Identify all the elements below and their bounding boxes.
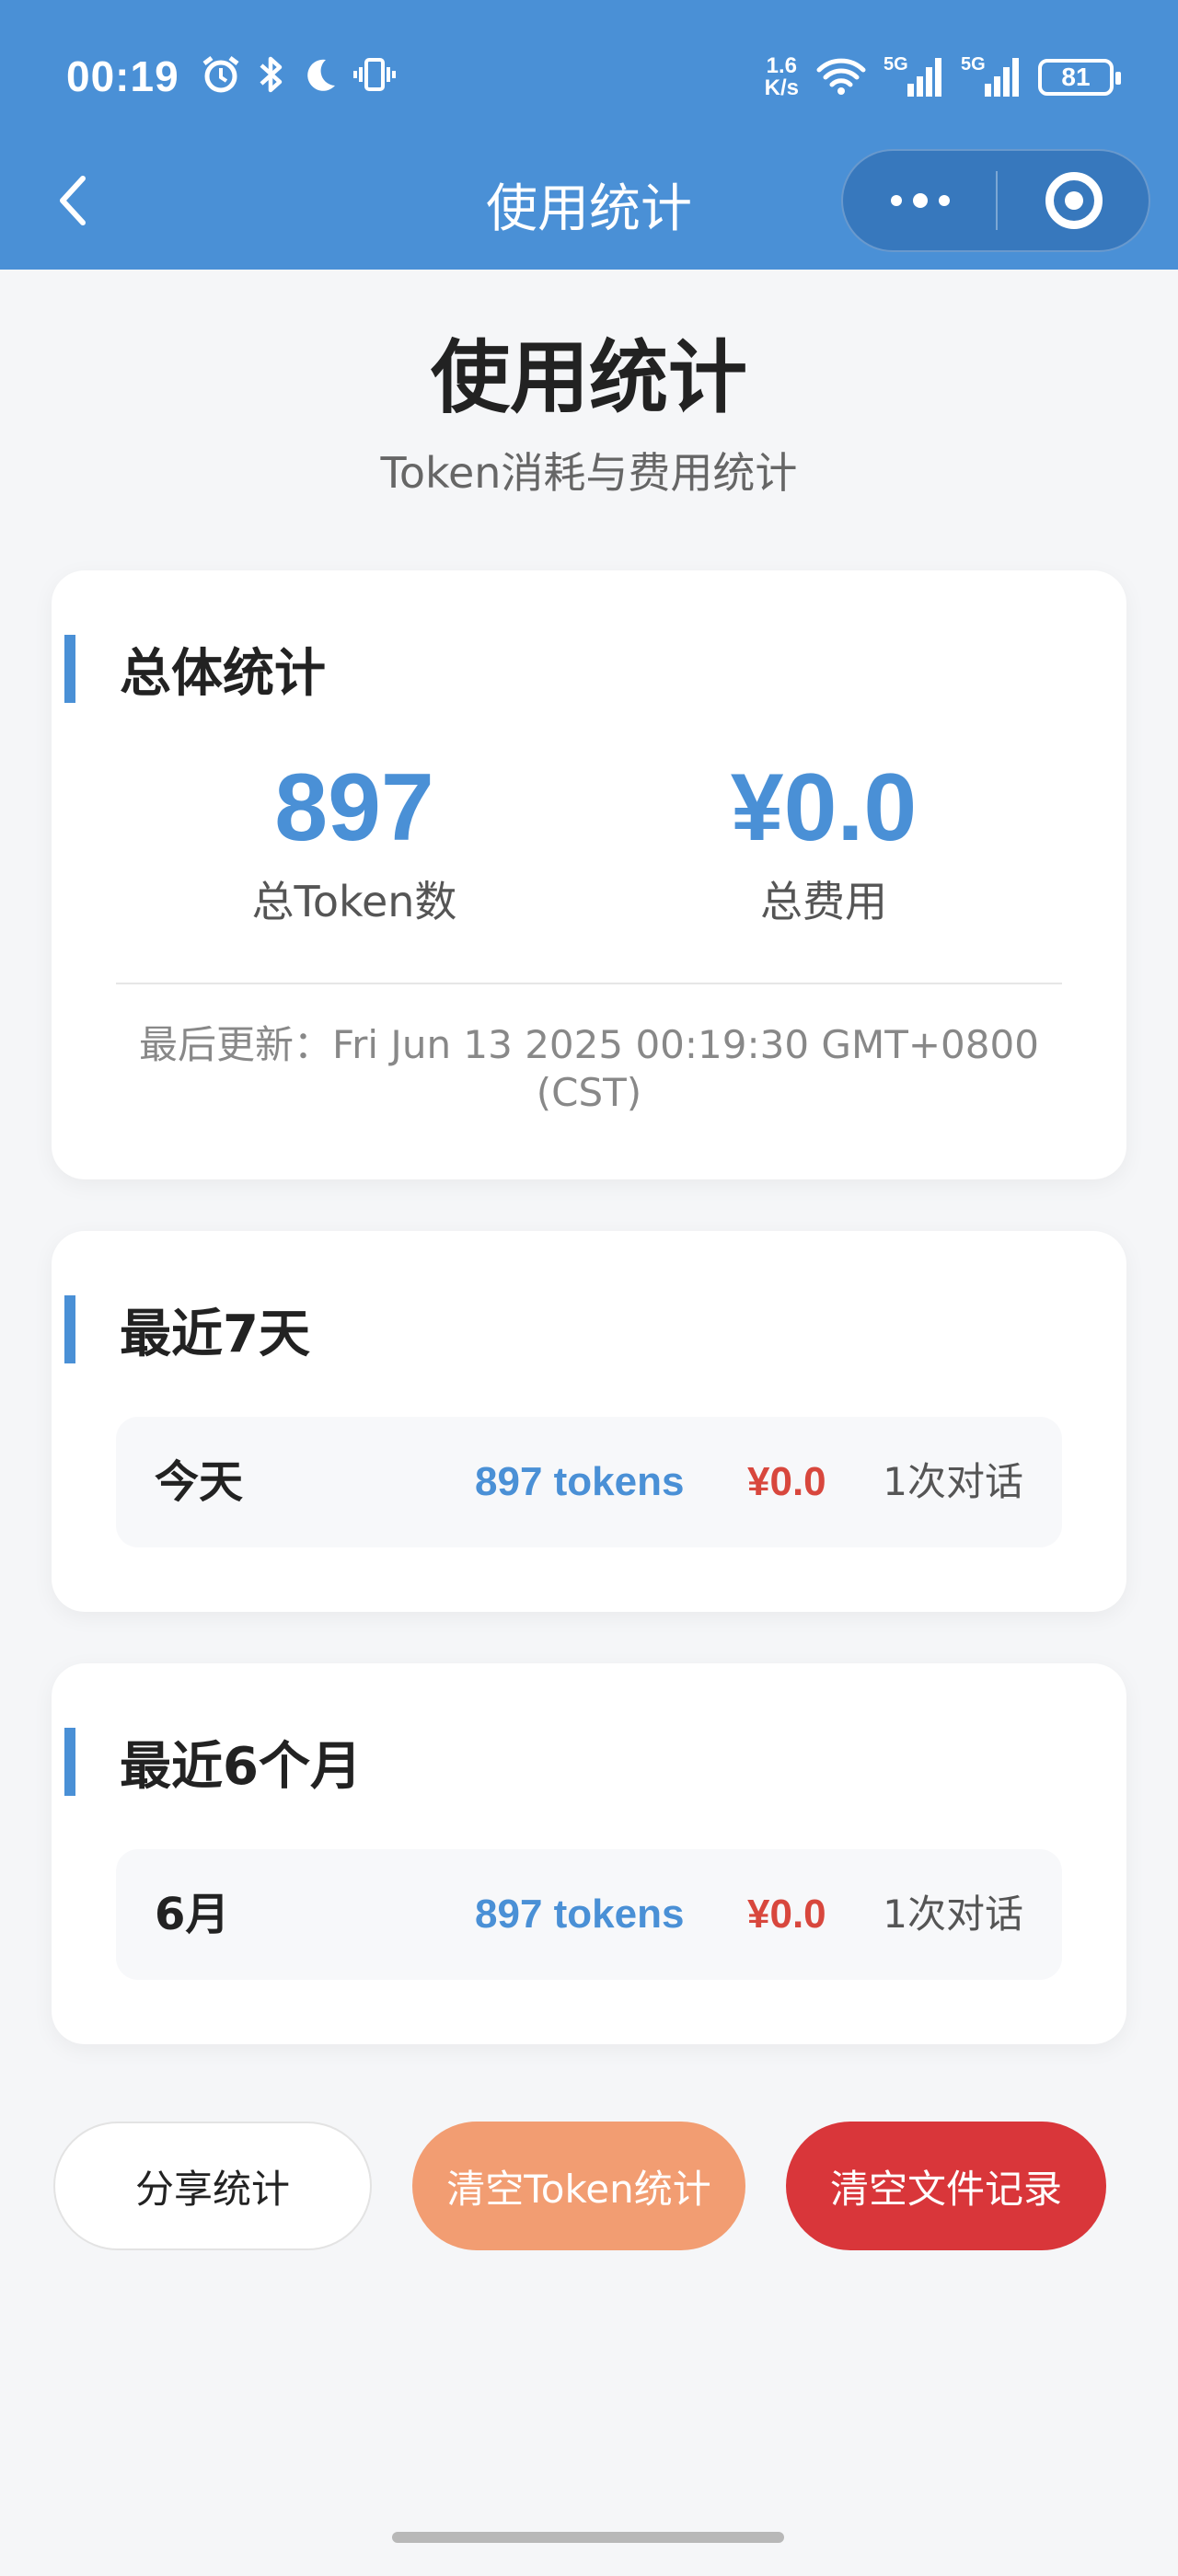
heading-accent-bar [64,635,75,703]
heading-accent-bar [64,1295,75,1363]
more-button[interactable] [843,151,998,250]
overall-stats-heading: 总体统计 [64,635,326,704]
bluetooth-icon [256,54,287,98]
total-tokens-label: 总Token数 [251,877,457,926]
battery-icon: 81 [1038,59,1121,96]
list-item: 今天 897 tokens ¥0.0 1次对话 [116,1417,1062,1547]
recent-7-days-heading: 最近7天 [64,1295,310,1364]
cost-value: ¥0.0 [747,1892,826,1937]
network-speed: 1.6 K/s [764,53,799,100]
more-dots-icon [891,193,950,208]
page-subtitle: Token消耗与费用统计 [380,448,798,498]
home-indicator[interactable] [392,2532,784,2543]
alarm-icon [201,54,241,98]
day-label: 今天 [155,1456,244,1508]
clear-file-records-button[interactable]: 清空文件记录 [786,2122,1106,2250]
moon-icon [302,54,339,98]
tokens-value: 897 tokens [475,1459,685,1504]
month-label: 6月 [155,1889,230,1940]
conversation-count: 1次对话 [883,1459,1023,1504]
mini-program-capsule [841,149,1150,252]
cost-value: ¥0.0 [747,1459,826,1504]
total-tokens-stat: 897 总Token数 [156,753,552,929]
tokens-value: 897 tokens [475,1892,685,1937]
list-item: 6月 897 tokens ¥0.0 1次对话 [116,1849,1062,1980]
total-tokens-value: 897 [274,754,434,861]
status-icons-right: 1.6 K/s 5G 5G 81 [764,50,1121,105]
target-circle-icon [1045,172,1103,229]
conversation-count: 1次对话 [883,1892,1023,1937]
share-stats-button[interactable]: 分享统计 [53,2122,372,2250]
status-bar: 00:19 1.6 K/s 5G 5G 81 [0,0,1178,156]
status-time: 00:19 [66,52,179,100]
clear-token-stats-button[interactable]: 清空Token统计 [412,2122,745,2250]
heading-accent-bar [64,1728,75,1796]
vibrate-icon [353,54,396,98]
signal-icon: 5G [961,54,1022,100]
wifi-icon [815,55,867,99]
divider [116,983,1062,984]
nav-bar: 使用统计 [0,138,1178,270]
page-title: 使用统计 [431,332,747,424]
top-bar: 00:19 1.6 K/s 5G 5G 81 使用统计 [0,0,1178,270]
close-button[interactable] [998,151,1150,250]
total-cost-stat: ¥0.0 总费用 [626,753,1022,929]
signal-icon: 5G [884,54,944,100]
last-updated-text: 最后更新：Fri Jun 13 2025 00:19:30 GMT+0800 (… [139,1022,1039,1115]
status-icons-left [201,53,396,99]
total-cost-value: ¥0.0 [730,754,918,861]
battery-level: 81 [1061,63,1091,91]
recent-6-months-heading: 最近6个月 [64,1728,362,1797]
total-cost-label: 总费用 [760,877,887,926]
